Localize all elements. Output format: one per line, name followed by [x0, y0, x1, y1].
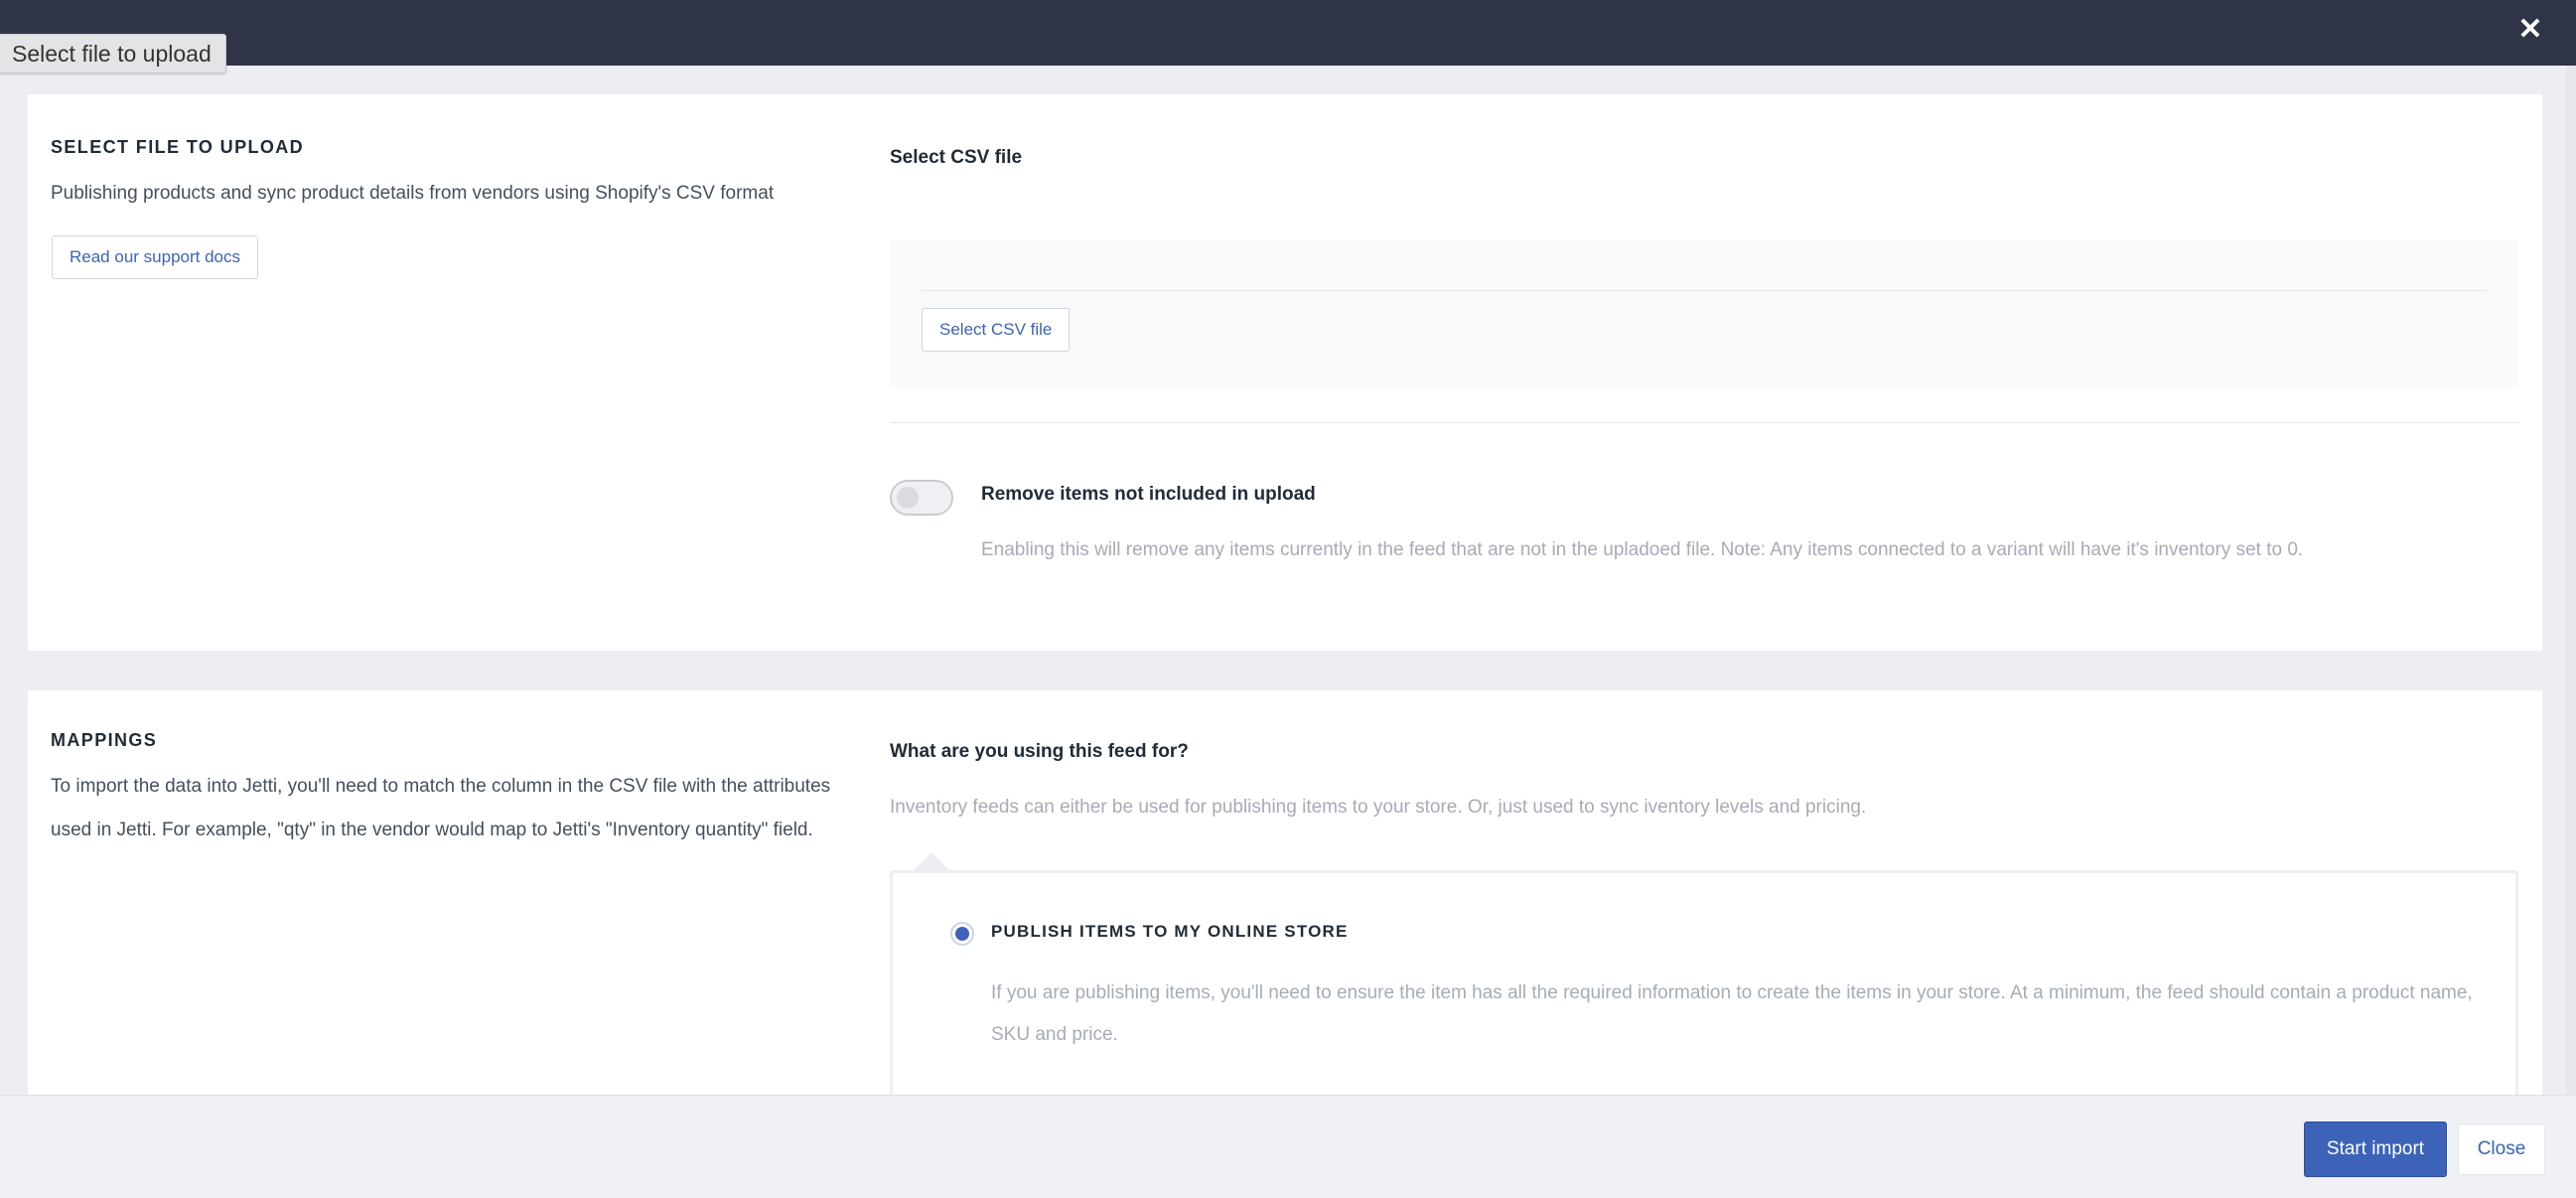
remove-items-label: Remove items not included in upload	[981, 484, 1316, 505]
mappings-description-line2: used in Jetti. For example, "qty" in the…	[51, 820, 813, 840]
option-caret	[914, 852, 949, 870]
upload-section-title: SELECT FILE TO UPLOAD	[51, 137, 305, 157]
section-divider	[890, 422, 2518, 423]
close-button[interactable]: Close	[2458, 1123, 2545, 1175]
toggle-knob	[897, 487, 919, 509]
window-title-tab: Select file to upload	[0, 34, 226, 74]
scrollbar[interactable]	[2566, 66, 2576, 1095]
select-csv-button[interactable]: Select CSV file	[922, 308, 1071, 352]
remove-items-description: Enabling this will remove any items curr…	[981, 539, 2304, 560]
remove-items-toggle[interactable]	[890, 480, 953, 516]
modal-header-bar: ✕	[0, 0, 2576, 66]
feed-purpose-help: Inventory feeds can either be used for p…	[890, 797, 1867, 818]
publish-option-description: If you are publishing items, you'll need…	[991, 982, 2473, 1045]
publish-option-radio[interactable]	[950, 922, 974, 946]
start-import-button[interactable]: Start import	[2304, 1122, 2447, 1177]
mappings-card: MAPPINGS To import the data into Jetti, …	[28, 690, 2542, 1098]
support-docs-button[interactable]: Read our support docs	[52, 235, 258, 279]
mappings-section-title: MAPPINGS	[51, 730, 158, 750]
modal-footer: Start import Close	[0, 1095, 2576, 1198]
upload-section-description: Publishing products and sync product det…	[51, 183, 775, 204]
close-icon[interactable]: ✕	[2514, 14, 2546, 46]
select-csv-title: Select CSV file	[890, 147, 1023, 168]
upload-card: SELECT FILE TO UPLOAD Publishing product…	[28, 94, 2542, 651]
feed-purpose-question: What are you using this feed for?	[890, 741, 1189, 762]
mappings-description-line1: To import the data into Jetti, you'll ne…	[51, 776, 831, 797]
radio-selected-dot	[955, 927, 969, 941]
file-drop-area[interactable]: Select CSV file	[890, 240, 2518, 387]
publish-option-label[interactable]: PUBLISH ITEMS TO MY ONLINE STORE	[991, 922, 1349, 942]
upload-divider	[922, 290, 2487, 291]
